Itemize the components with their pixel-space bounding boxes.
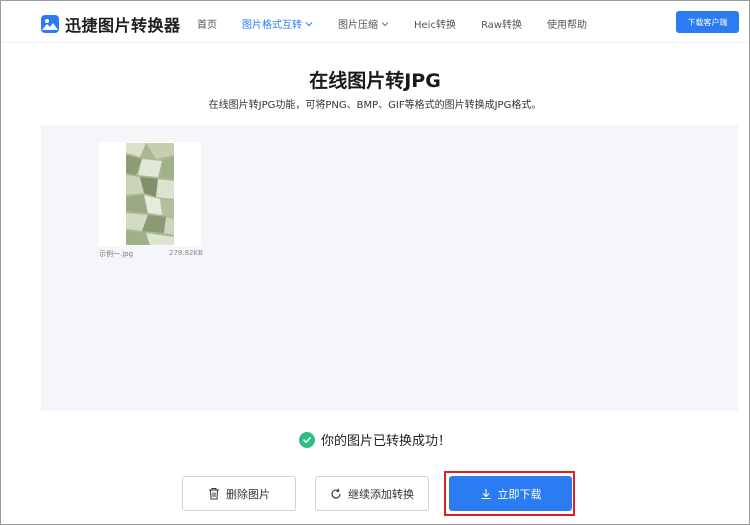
download-icon [480,488,492,500]
file-thumbnail [126,143,174,245]
nav-raw-label: Raw转换 [480,20,522,31]
nav-home[interactable]: 首页 [197,16,217,31]
nav-format-convert-label: 图片格式互转 [242,20,302,31]
page-title: 在线图片转JPG [309,70,441,92]
refresh-icon [330,488,342,500]
logo[interactable]: 迅捷图片转换器 [41,12,181,36]
download-client-button[interactable]: 下载客户端 [676,11,739,33]
nav-compress[interactable]: 图片压缩 [338,16,389,31]
chevron-down-icon [381,21,389,26]
success-message: 你的图片已转换成功！ [0,430,750,449]
page-subtitle: 在线图片转JPG功能，可将PNG、BMP、GIF等格式的图片转换成JPG格式。 [208,100,542,111]
continue-add-label: 继续添加转换 [348,487,414,501]
crystal-texture-image [126,143,174,245]
logo-text: 迅捷图片转换器 [65,16,181,35]
file-card[interactable] [99,142,201,246]
main-nav: 首页 图片格式互转 图片压缩 Heic转换 Raw转换 使用帮助 [197,16,612,31]
nav-raw[interactable]: Raw转换 [481,16,522,31]
nav-heic[interactable]: Heic转换 [414,16,456,31]
download-now-label: 立即下载 [497,487,542,501]
nav-format-convert[interactable]: 图片格式互转 [242,16,313,31]
nav-heic-label: Heic转换 [414,20,456,31]
delete-image-button[interactable]: 删除图片 [182,476,296,511]
trash-icon [208,487,220,500]
top-nav-bar: 迅捷图片转换器 首页 图片格式互转 图片压缩 Heic转换 Raw转换 使用帮助… [1,1,749,43]
download-now-button[interactable]: 立即下载 [449,476,572,511]
nav-home-label: 首页 [197,20,217,31]
nav-compress-label: 图片压缩 [338,20,378,31]
continue-add-button[interactable]: 继续添加转换 [315,476,429,511]
nav-help[interactable]: 使用帮助 [547,16,587,31]
success-text: 你的图片已转换成功！ [320,434,451,449]
file-list-area: 示例一.jpg 278.82KB [41,125,738,411]
delete-image-label: 删除图片 [226,487,270,501]
file-size: 278.82KB [169,249,203,257]
chevron-down-icon [305,21,313,26]
image-logo-icon [41,15,59,33]
check-circle-icon [298,431,315,448]
file-name: 示例一.jpg [99,250,134,258]
nav-help-label: 使用帮助 [547,20,587,31]
